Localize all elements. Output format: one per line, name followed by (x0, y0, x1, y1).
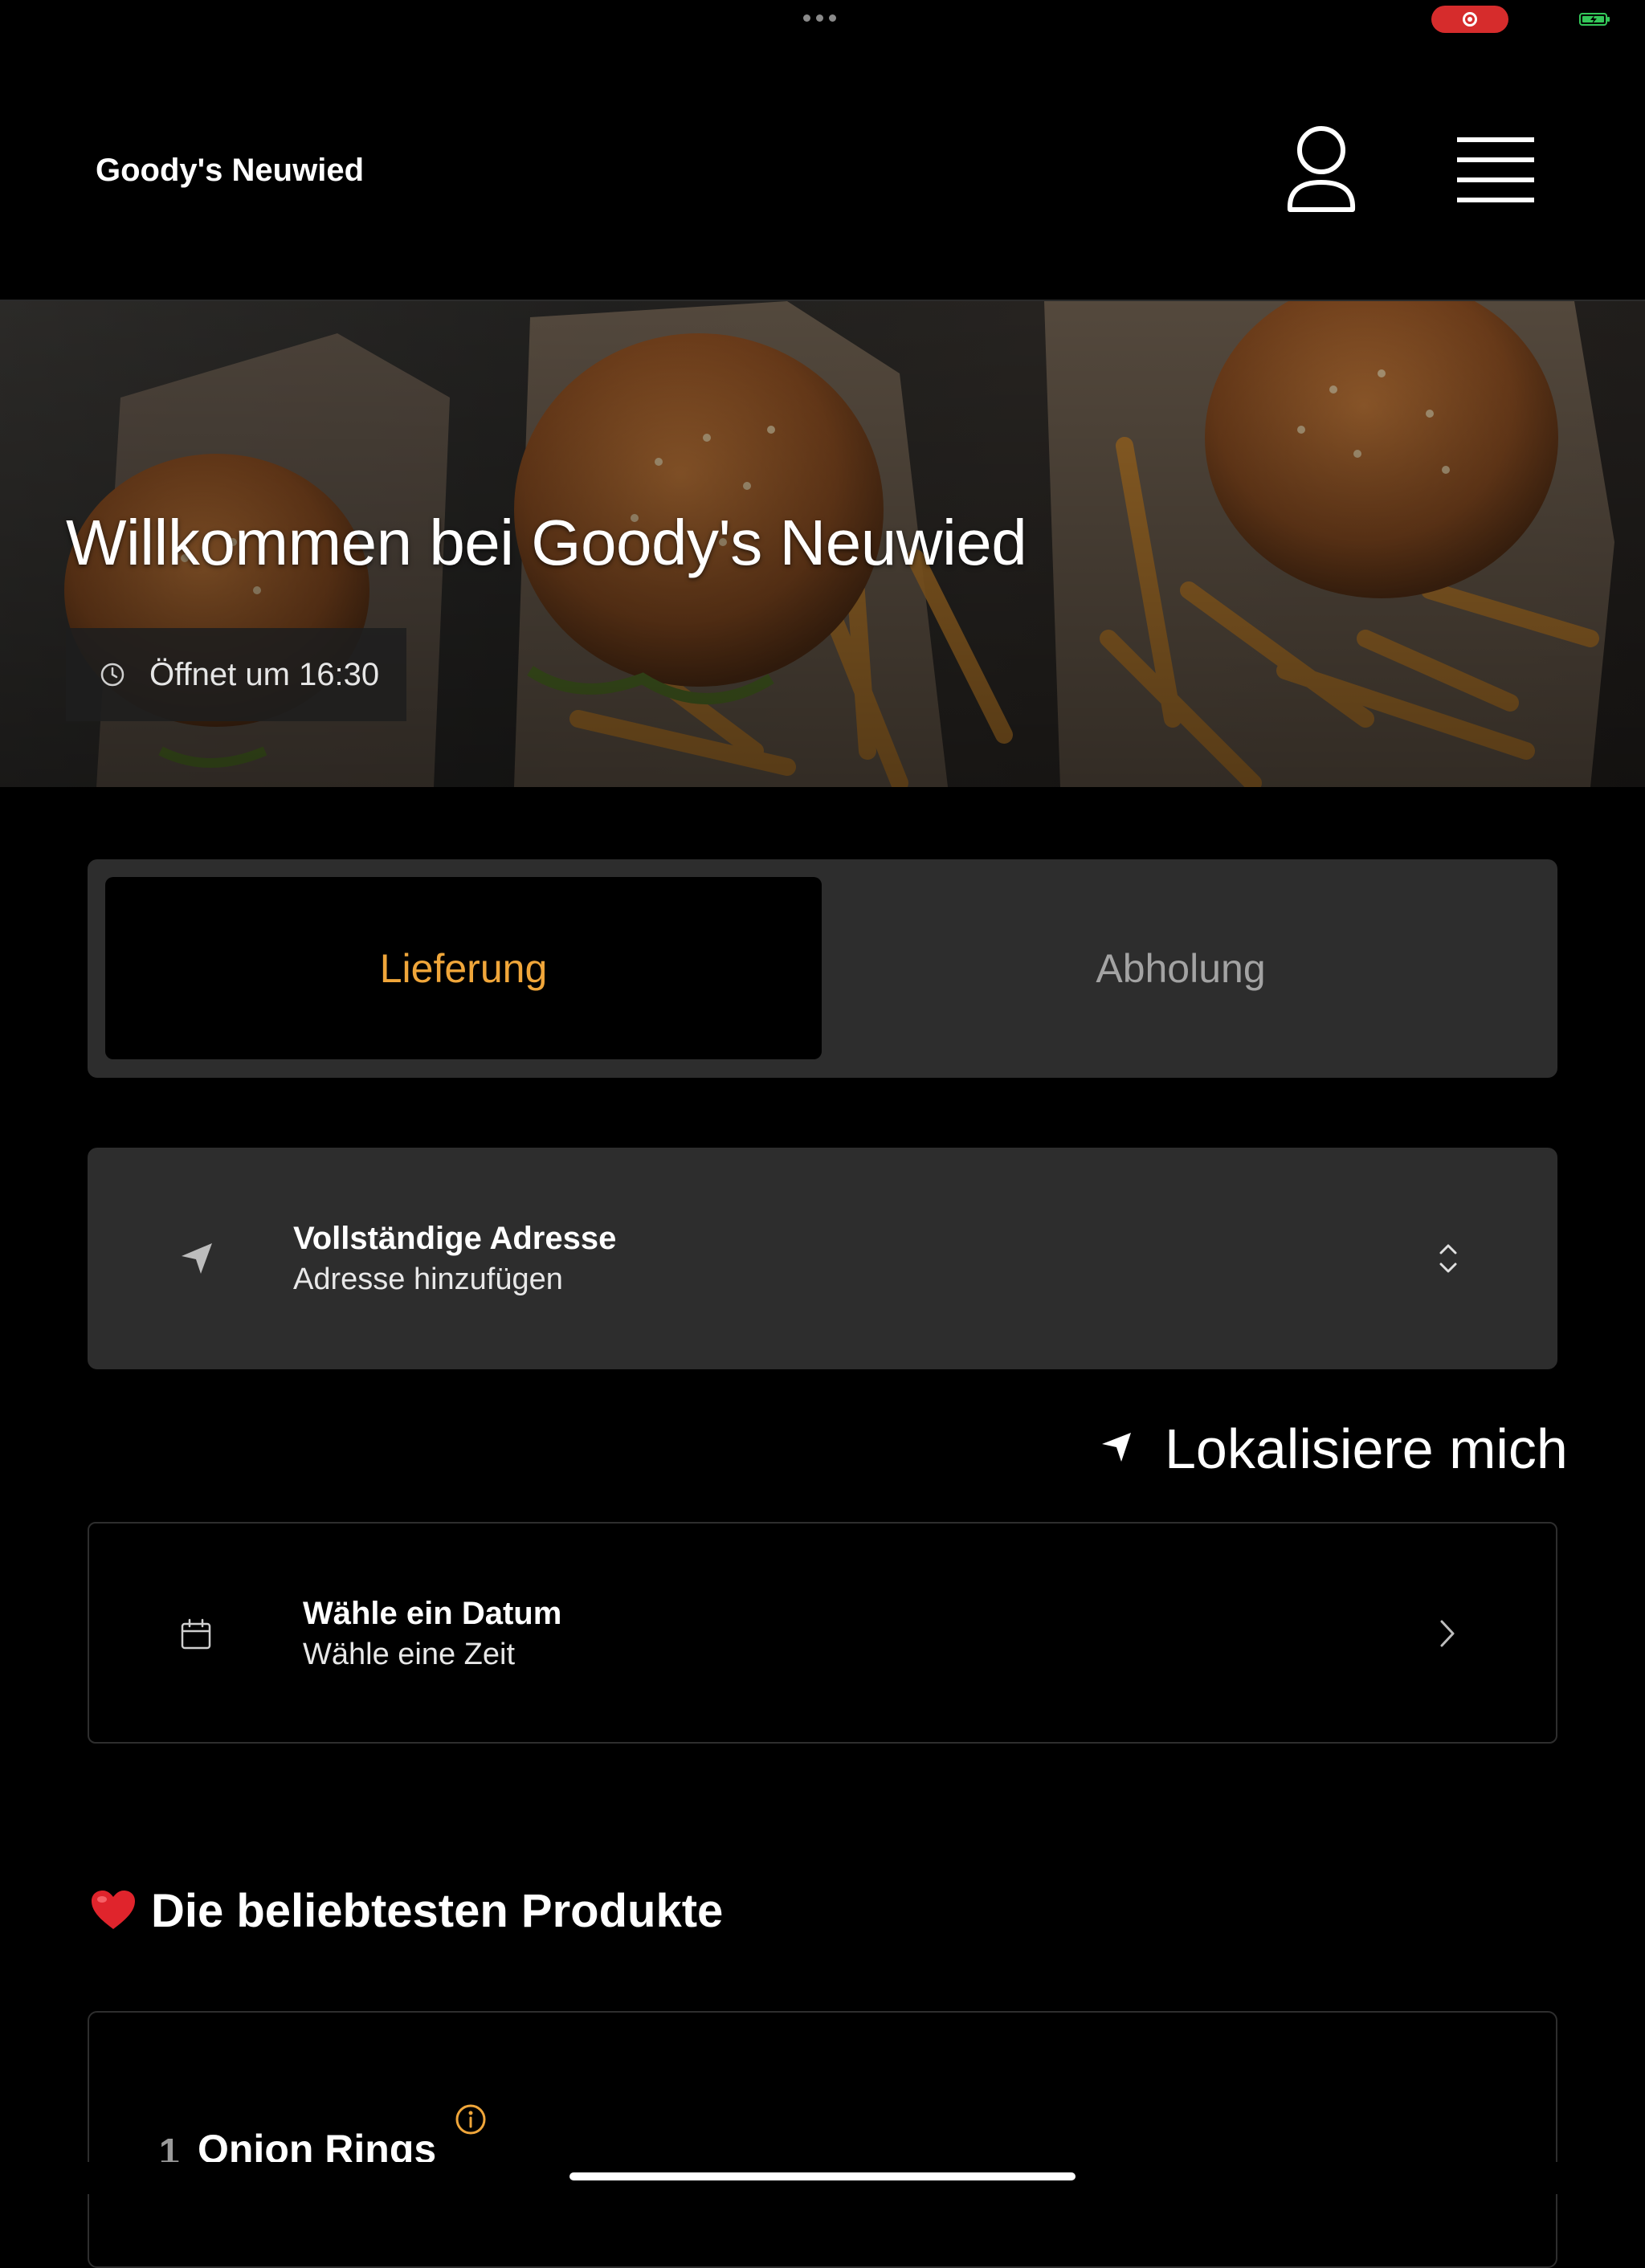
heart-icon (92, 1891, 135, 1929)
tab-delivery[interactable]: Lieferung (105, 877, 822, 1059)
home-indicator[interactable] (569, 2172, 1076, 2180)
welcome-title: Willkommen bei Goody's Neuwied (66, 507, 1027, 578)
multitasking-dots[interactable] (803, 14, 836, 22)
dot (803, 14, 810, 22)
address-selector[interactable] (88, 1148, 1557, 1369)
opening-hours-badge: Öffnet um 16:30 (66, 628, 406, 721)
record-icon (1463, 12, 1477, 27)
location-arrow-icon (182, 1243, 212, 1274)
address-title: Vollständige Adresse (293, 1221, 617, 1256)
dot (816, 14, 823, 22)
battery-charging-icon (1579, 13, 1610, 26)
tab-pickup[interactable]: Abholung (822, 877, 1540, 1059)
popular-products-heading: Die beliebtesten Produkte (151, 1885, 724, 1937)
clock-icon (100, 663, 124, 687)
restaurant-name[interactable]: Goody's Neuwied (96, 151, 364, 190)
opening-time-text: Öffnet um 16:30 (149, 656, 380, 692)
address-placeholder: Adresse hinzufügen (293, 1262, 563, 1296)
calendar-icon (181, 1618, 211, 1650)
hamburger-menu-icon[interactable] (1455, 134, 1536, 205)
user-icon[interactable] (1285, 124, 1357, 214)
locate-me-button[interactable]: Lokalisiere mich (1165, 1417, 1568, 1481)
dot (829, 14, 836, 22)
date-title: Wähle ein Datum (303, 1596, 562, 1631)
chevron-up-down-icon (1439, 1244, 1457, 1273)
time-subtitle: Wähle eine Zeit (303, 1638, 516, 1671)
locate-arrow-icon[interactable] (1100, 1431, 1133, 1463)
chevron-right-icon (1440, 1620, 1455, 1647)
info-icon[interactable] (455, 2103, 487, 2135)
screen-recording-indicator[interactable] (1431, 6, 1508, 33)
